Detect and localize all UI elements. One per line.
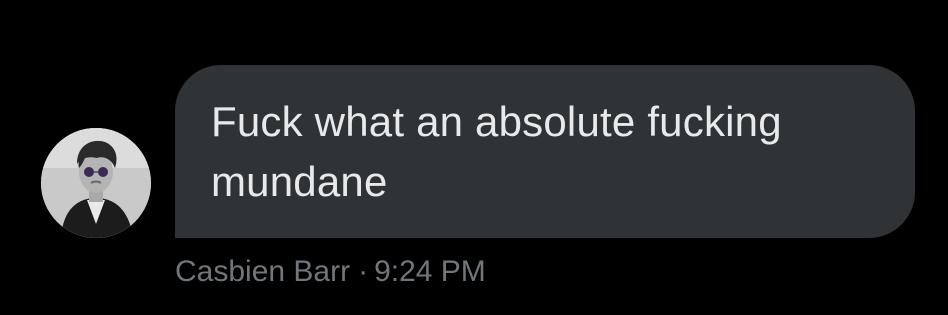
- sender-name: Casbien Barr: [175, 255, 351, 288]
- message-meta: Casbien Barr · 9:24 PM: [175, 252, 486, 292]
- avatar-photo-icon: [41, 128, 151, 238]
- meta-separator: ·: [358, 255, 369, 288]
- message-text: Fuck what an absolute fucking mundane: [211, 98, 782, 205]
- message-bubble[interactable]: Fuck what an absolute fucking mundane: [175, 65, 915, 238]
- received-message: Fuck what an absolute fucking mundane Ca…: [0, 0, 948, 315]
- message-timestamp: 9:24 PM: [374, 255, 486, 288]
- sender-avatar[interactable]: [41, 128, 151, 238]
